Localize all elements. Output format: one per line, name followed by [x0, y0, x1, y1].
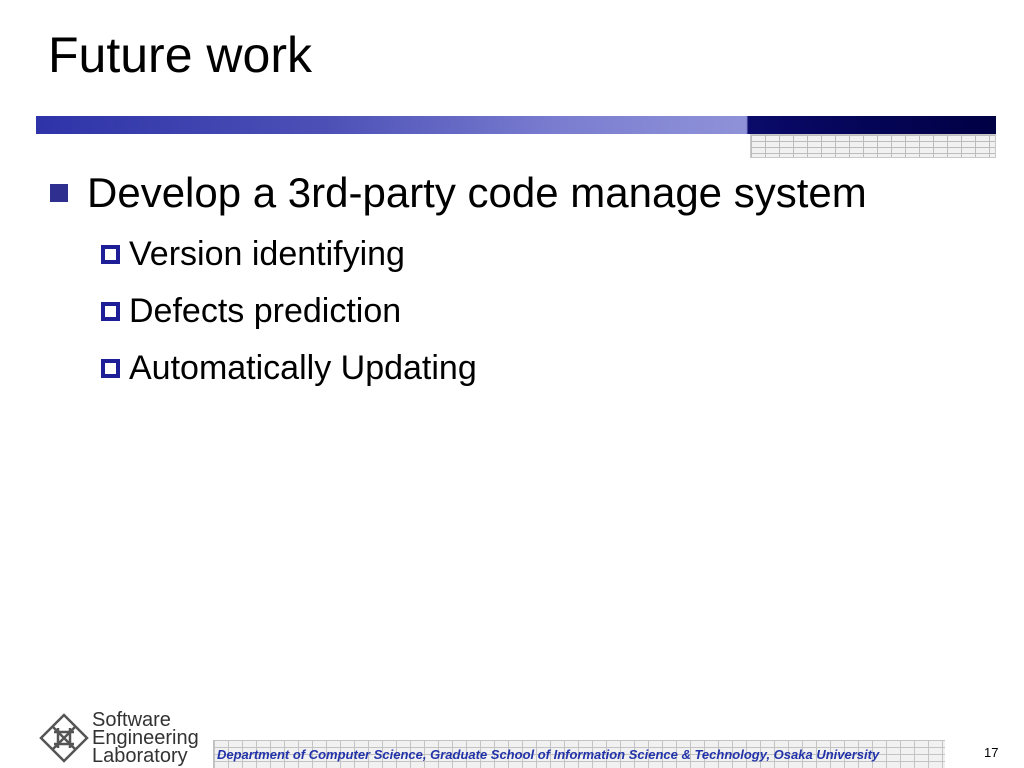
decorative-grid: [750, 134, 996, 158]
filled-square-icon: [50, 184, 68, 202]
sub-bullet-item: Version identifying: [101, 234, 405, 274]
logo-line: Laboratory: [92, 745, 188, 767]
hollow-square-icon: [101, 358, 120, 378]
sub-bullet-item: Automatically Updating: [101, 348, 477, 388]
lab-logo-icon: [39, 713, 89, 763]
department-label: Department of Computer Science, Graduate…: [217, 747, 880, 762]
bullet-item: Develop a 3rd-party code manage system: [50, 168, 867, 218]
sub-bullet-item: Defects prediction: [101, 291, 401, 331]
slide-title: Future work: [48, 27, 312, 83]
sub-bullet-text: Version identifying: [129, 235, 405, 273]
hollow-square-icon: [101, 244, 120, 264]
lab-logo-text: Software Engineering Laboratory: [92, 710, 199, 767]
title-underline-bar: [36, 116, 996, 134]
page-number: 17: [984, 745, 999, 760]
sub-bullet-text: Automatically Updating: [129, 349, 477, 387]
bullet-text: Develop a 3rd-party code manage system: [87, 169, 867, 216]
hollow-square-icon: [101, 301, 120, 321]
sub-bullet-text: Defects prediction: [129, 292, 402, 330]
